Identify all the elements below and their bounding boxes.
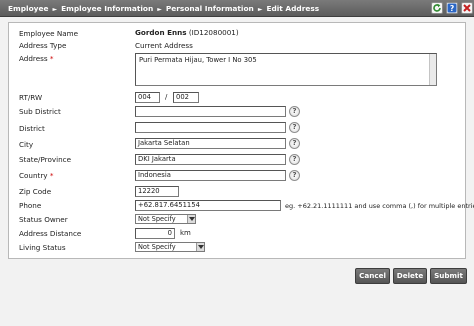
svg-text:?: ? (450, 4, 454, 13)
phone-input[interactable]: +62.817.6451154 (135, 200, 281, 211)
rt-rw-label: RT/RW (19, 93, 43, 102)
address-type-value: Current Address (135, 41, 193, 50)
rt-rw-separator: / (165, 93, 168, 101)
breadcrumb-separator-icon: ► (52, 6, 58, 13)
breadcrumb-item-edit-address: Edit Address (266, 4, 320, 13)
city-label: City (19, 140, 34, 149)
phone-label: Phone (19, 201, 42, 210)
help-icon: ? (447, 3, 457, 13)
employee-name-value: Gordon Enns (ID12080001) (135, 28, 239, 37)
country-label: Country * (19, 171, 54, 180)
title-bar: Employee ► Employee Information ► Personal I… (0, 0, 474, 17)
refresh-button[interactable] (431, 2, 443, 14)
breadcrumb-item-employee-information[interactable]: Employee Information (61, 4, 153, 13)
country-help-icon[interactable]: ? (289, 170, 300, 181)
address-type-label: Address Type (19, 41, 67, 50)
breadcrumb: Employee ► Employee Information ► Personal I… (8, 0, 319, 17)
chevron-down-icon (196, 243, 204, 251)
address-distance-label: Address Distance (19, 229, 82, 238)
close-button[interactable] (461, 2, 473, 14)
breadcrumb-item-employee[interactable]: Employee (8, 4, 49, 13)
district-help-icon[interactable]: ? (289, 122, 300, 133)
address-label: Address * (19, 54, 54, 63)
country-input[interactable]: Indonesia (135, 170, 286, 181)
employee-id: (ID12080001) (188, 28, 239, 37)
submit-button[interactable]: Submit (430, 268, 467, 284)
close-icon (463, 4, 471, 12)
sub-district-help-icon[interactable]: ? (289, 106, 300, 117)
status-owner-label: Status Owner (19, 215, 68, 224)
state-label: State/Province (19, 155, 72, 164)
required-mark: * (49, 171, 54, 180)
sub-district-input[interactable] (135, 106, 286, 117)
zip-code-input[interactable]: 12220 (135, 186, 179, 197)
district-label: District (19, 124, 45, 133)
rt-input[interactable]: 004 (135, 92, 160, 103)
employee-name: Gordon Enns (135, 28, 187, 37)
district-input[interactable] (135, 122, 286, 133)
city-help-icon[interactable]: ? (289, 138, 300, 149)
breadcrumb-separator-icon: ► (257, 6, 263, 13)
distance-unit: km (180, 229, 191, 237)
sub-district-label: Sub District (19, 107, 61, 116)
living-status-label: Living Status (19, 243, 66, 252)
city-input[interactable]: Jakarta Selatan (135, 138, 286, 149)
textarea-scrollbar[interactable] (429, 54, 436, 85)
delete-button[interactable]: Delete (393, 268, 427, 284)
cancel-button[interactable]: Cancel (355, 268, 390, 284)
zip-code-label: Zip Code (19, 187, 52, 196)
address-textarea[interactable]: Puri Permata Hijau, Tower I No 305 (135, 53, 437, 86)
edit-address-form: Employee Name Gordon Enns (ID12080001) A… (8, 22, 474, 259)
breadcrumb-separator-icon: ► (157, 6, 162, 13)
living-status-select[interactable]: Not Specify (135, 242, 205, 252)
rw-input[interactable]: 002 (173, 92, 199, 103)
help-button[interactable]: ? (446, 2, 458, 14)
state-input[interactable]: DKI Jakarta (135, 154, 286, 165)
address-distance-input[interactable]: 0 (135, 228, 175, 239)
chevron-down-icon (187, 215, 195, 223)
breadcrumb-item-personal-information[interactable]: Personal Information (166, 4, 254, 13)
state-help-icon[interactable]: ? (289, 154, 300, 165)
status-owner-select[interactable]: Not Specify (135, 214, 196, 224)
required-mark: * (49, 54, 54, 63)
phone-hint: eg. +62.21.1111111 and use comma (,) for… (285, 202, 474, 210)
refresh-icon (433, 3, 441, 12)
employee-name-label: Employee Name (19, 29, 79, 38)
